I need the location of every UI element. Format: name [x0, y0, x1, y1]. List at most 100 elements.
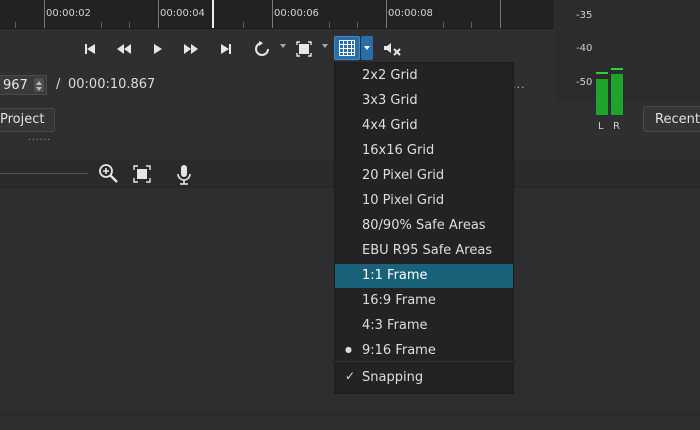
db-label: -50 — [576, 77, 593, 88]
ruler-tick — [44, 0, 45, 28]
menu-item-label: 16:9 Frame — [362, 293, 436, 308]
menu-item-safe-areas[interactable]: 80/90% Safe Areas — [335, 214, 513, 238]
tab-recent-label: Recent — [655, 112, 700, 127]
timeline-zoom-slider[interactable] — [0, 173, 88, 174]
loop-button[interactable] — [252, 38, 272, 60]
menu-item-label: Snapping — [362, 370, 424, 385]
playhead[interactable] — [212, 0, 214, 28]
ruler-minor-tick — [329, 22, 330, 28]
menu-item-2x2-grid[interactable]: 2x2 Grid — [335, 64, 513, 88]
meter-left-label: L — [598, 121, 604, 132]
ruler-tick — [158, 0, 159, 28]
menu-item-label: 3x3 Grid — [362, 93, 418, 108]
menu-item-1-1-frame[interactable]: 1:1 Frame — [335, 264, 513, 288]
audio-meter: -35 -40 -50 — [555, 0, 700, 102]
meter-peak-right — [611, 68, 623, 70]
menu-item-3x3-grid[interactable]: 3x3 Grid — [335, 89, 513, 113]
skip-to-end-icon — [221, 44, 231, 54]
menu-item-ebu-r95-safe-areas[interactable]: EBU R95 Safe Areas — [335, 239, 513, 263]
fast-forward-icon — [184, 44, 198, 54]
zoom-fit-icon — [296, 41, 312, 57]
play-button[interactable] — [148, 38, 168, 60]
meter-bar-left — [596, 79, 608, 115]
fast-forward-button[interactable] — [180, 38, 202, 60]
microphone-icon — [177, 165, 191, 185]
rewind-button[interactable] — [113, 38, 135, 60]
meter-peak-left — [596, 72, 608, 74]
menu-item-label: 4x4 Grid — [362, 118, 418, 133]
grid-dropdown-button[interactable] — [361, 36, 373, 60]
zoom-in-button[interactable] — [98, 163, 120, 185]
mute-button[interactable] — [380, 38, 404, 60]
grid-button[interactable] — [334, 36, 360, 60]
menu-item-10-pixel-grid[interactable]: 10 Pixel Grid — [335, 189, 513, 213]
tab-project-label: Project — [0, 112, 45, 127]
menu-item-label: 9:16 Frame — [362, 343, 436, 358]
zoom-in-icon — [99, 164, 118, 183]
menu-item-16x16-grid[interactable]: 16x16 Grid — [335, 139, 513, 163]
menu-item-label: 1:1 Frame — [362, 268, 428, 283]
skip-to-start-icon — [85, 44, 95, 54]
ruler-label: 00:00:04 — [160, 8, 205, 19]
timecode-total: 00:00:10.867 — [68, 77, 156, 92]
ruler-minor-tick — [15, 22, 16, 28]
skip-to-end-button[interactable] — [216, 38, 236, 60]
play-icon — [154, 44, 162, 54]
db-label: -35 — [576, 10, 593, 21]
meter-bar-right — [611, 74, 623, 115]
chevron-down-icon — [364, 46, 370, 50]
ruler-minor-tick — [101, 22, 102, 28]
menu-item-4-3-frame[interactable]: 4:3 Frame — [335, 314, 513, 338]
ruler-minor-tick — [357, 22, 358, 28]
db-label: -40 — [576, 43, 593, 54]
menu-item-label: 2x2 Grid — [362, 68, 418, 83]
menu-item-label: 20 Pixel Grid — [362, 168, 445, 183]
trailing-dots: ... — [512, 78, 526, 91]
menu-item-20-pixel-grid[interactable]: 20 Pixel Grid — [335, 164, 513, 188]
loop-dropdown-caret[interactable] — [280, 44, 286, 48]
timecode-separator: / — [56, 77, 61, 92]
radio-bullet-icon: ● — [345, 345, 352, 354]
tab-project[interactable]: Project — [0, 108, 55, 132]
spin-arrows-icon[interactable] — [34, 78, 44, 92]
skip-to-start-button[interactable] — [80, 38, 100, 60]
meter-right-label: R — [613, 121, 620, 132]
ruler-minor-tick — [471, 22, 472, 28]
ruler-minor-tick — [129, 22, 130, 28]
ruler-tick — [500, 0, 501, 28]
menu-item-label: 10 Pixel Grid — [362, 193, 445, 208]
ruler-tick — [386, 0, 387, 28]
ruler-minor-tick — [243, 22, 244, 28]
ruler-tick — [272, 0, 273, 28]
ruler-label: 00:00:08 — [388, 8, 433, 19]
tab-recent[interactable]: Recent — [643, 106, 700, 132]
menu-separator — [335, 361, 513, 362]
ruler-minor-tick — [443, 22, 444, 28]
menu-item-snapping[interactable]: ✓ Snapping — [335, 366, 513, 390]
zoom-fit-button[interactable] — [294, 38, 314, 60]
menu-item-16-9-frame[interactable]: 16:9 Frame — [335, 289, 513, 313]
checkmark-icon: ✓ — [345, 369, 356, 383]
timecode-current: 967 — [3, 78, 28, 93]
ruler-label: 00:00:02 — [46, 8, 91, 19]
menu-item-4x4-grid[interactable]: 4x4 Grid — [335, 114, 513, 138]
rewind-icon — [117, 44, 131, 54]
menu-item-label: 4:3 Frame — [362, 318, 428, 333]
menu-item-label: 80/90% Safe Areas — [362, 218, 486, 233]
ruler-label: 00:00:06 — [274, 8, 319, 19]
loop-icon — [255, 41, 269, 56]
timecode-spinbox[interactable]: 967 — [0, 75, 47, 95]
zoom-dropdown-caret[interactable] — [322, 44, 328, 48]
zoom-fit-icon — [133, 165, 151, 183]
record-audio-button[interactable] — [176, 164, 192, 186]
menu-item-label: 16x16 Grid — [362, 143, 435, 158]
menu-item-label: EBU R95 Safe Areas — [362, 243, 493, 258]
grid-dropdown-menu: 2x2 Grid 3x3 Grid 4x4 Grid 16x16 Grid 20… — [334, 62, 514, 394]
grid-icon — [339, 40, 355, 56]
divider — [0, 414, 700, 415]
zoom-timeline-fit-button[interactable] — [133, 165, 151, 183]
mute-icon — [384, 43, 401, 56]
menu-item-9-16-frame[interactable]: ● 9:16 Frame — [335, 339, 513, 363]
timeline-ruler[interactable]: 00:00:02 00:00:04 00:00:06 00:00:08 — [0, 0, 554, 29]
splitter-handle[interactable]: ...... — [28, 133, 51, 143]
